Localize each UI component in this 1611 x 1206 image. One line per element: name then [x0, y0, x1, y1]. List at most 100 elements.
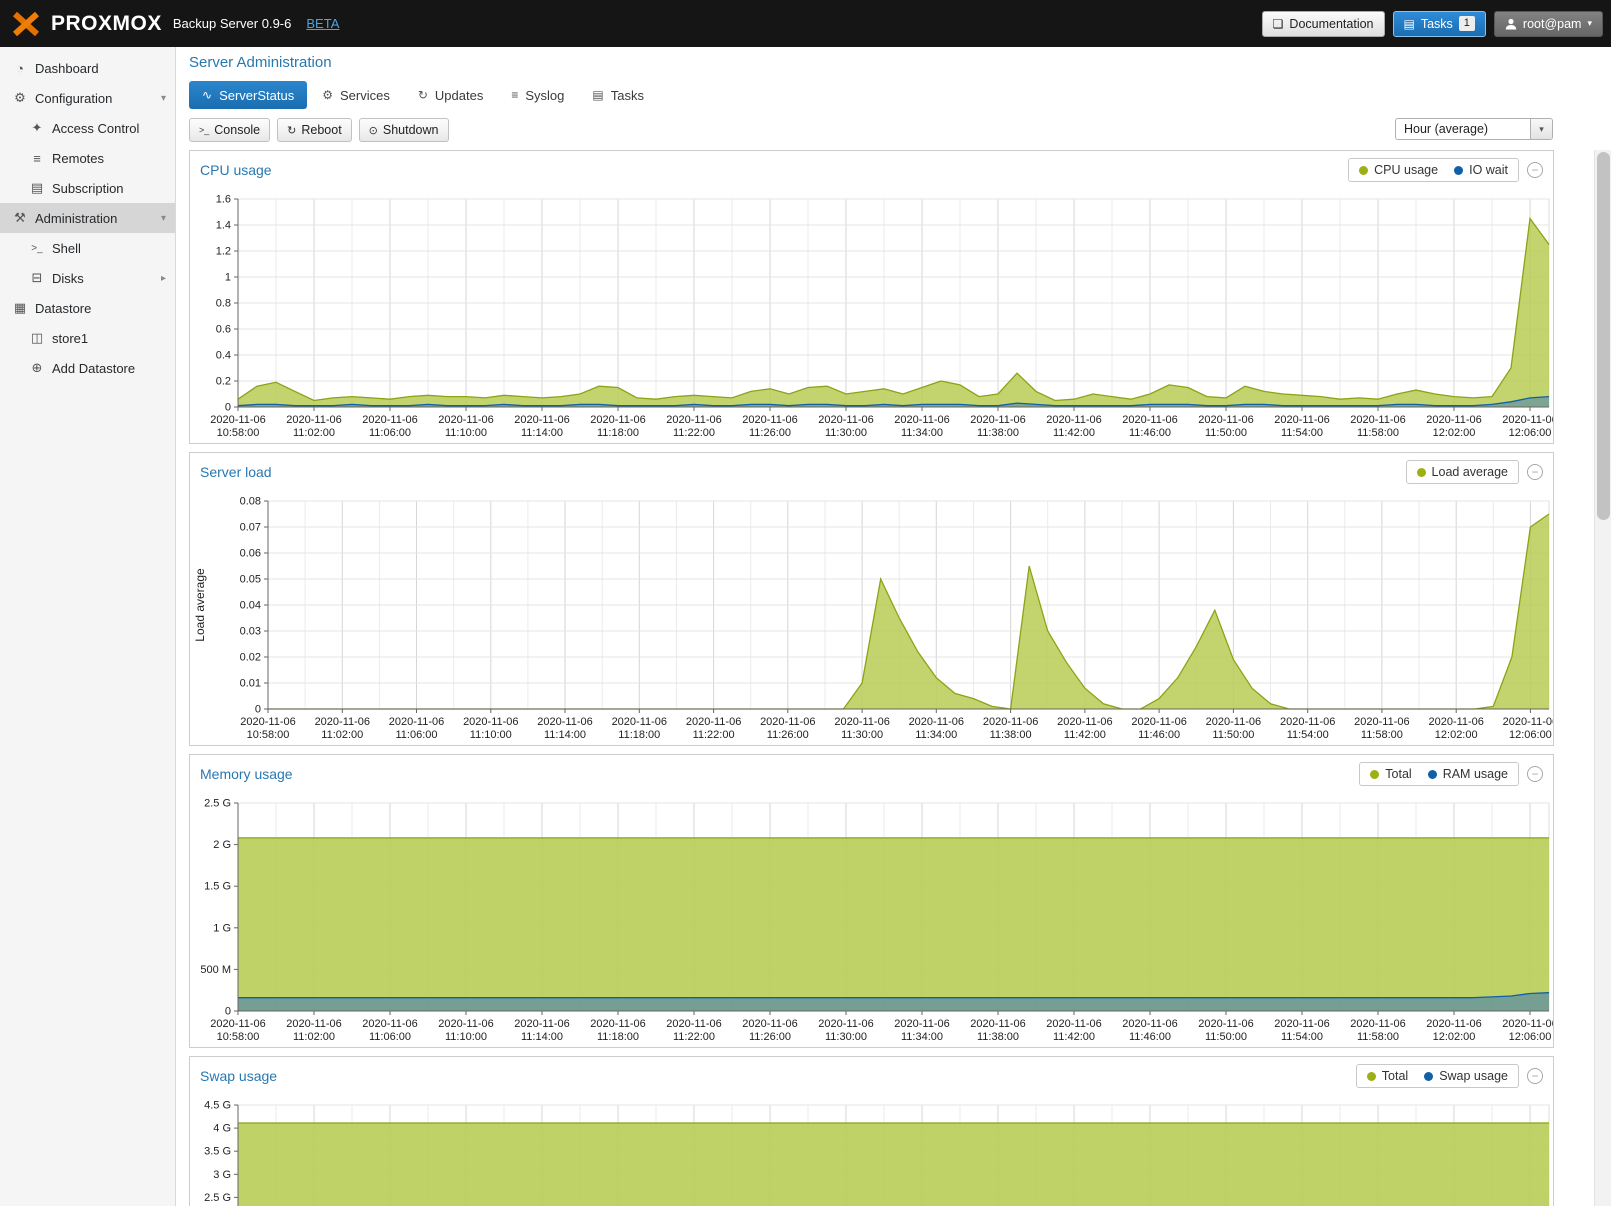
tasks-icon: ▤ — [592, 88, 603, 102]
sidebar-item-administration[interactable]: ⚒Administration▾ — [0, 203, 175, 233]
svg-text:11:58:00: 11:58:00 — [1361, 729, 1403, 741]
svg-text:11:58:00: 11:58:00 — [1357, 427, 1399, 439]
svg-text:2020-11-06: 2020-11-06 — [1502, 414, 1553, 426]
svg-text:2020-11-06: 2020-11-06 — [240, 716, 295, 728]
svg-text:11:42:00: 11:42:00 — [1053, 427, 1095, 439]
panel-title: Swap usage — [200, 1068, 277, 1084]
button-label: Console — [214, 123, 260, 137]
legend-item-swap-usage[interactable]: Swap usage — [1424, 1069, 1508, 1083]
beta-link[interactable]: BETA — [306, 16, 339, 31]
time-range-combo[interactable]: Hour (average) ▾ — [1395, 118, 1553, 140]
sidebar-item-add-datastore[interactable]: ⊕Add Datastore — [0, 353, 175, 383]
sidebar-item-remotes[interactable]: ≡Remotes — [0, 143, 175, 173]
svg-text:2020-11-06: 2020-11-06 — [1198, 1018, 1253, 1030]
tab-syslog[interactable]: ≡Syslog — [498, 81, 577, 109]
svg-text:0.04: 0.04 — [240, 600, 261, 612]
hdd-icon: ⊟ — [27, 270, 47, 286]
svg-text:11:02:00: 11:02:00 — [293, 1031, 335, 1043]
panel-memory-usage: Memory usageTotalRAM usage−0500 M1 G1.5 … — [189, 754, 1554, 1048]
sidebar-item-subscription[interactable]: ▤Subscription — [0, 173, 175, 203]
svg-text:11:02:00: 11:02:00 — [293, 427, 335, 439]
legend-item-io-wait[interactable]: IO wait — [1454, 163, 1508, 177]
tab-label: Updates — [435, 88, 483, 103]
page-title: Server Administration — [189, 54, 1611, 71]
tab-bar: ∿ServerStatus⚙Services↻Updates≡Syslog ▤ Ta… — [189, 81, 1611, 109]
svg-text:2020-11-06: 2020-11-06 — [1046, 1018, 1101, 1030]
tasks-button[interactable]: ▤ Tasks 1 — [1393, 11, 1486, 37]
svg-text:2020-11-06: 2020-11-06 — [1122, 1018, 1177, 1030]
legend-item-ram-usage[interactable]: RAM usage — [1428, 767, 1508, 781]
vertical-scrollbar[interactable] — [1594, 150, 1611, 1206]
tab-tasks[interactable]: ▤ Tasks — [579, 81, 657, 109]
legend-item-load-average[interactable]: Load average — [1417, 465, 1508, 479]
svg-text:11:22:00: 11:22:00 — [673, 427, 715, 439]
tab-updates[interactable]: ↻Updates — [405, 81, 496, 109]
svg-text:12:06:00: 12:06:00 — [1509, 427, 1552, 439]
user-menu-button[interactable]: root@pam ▾ — [1494, 11, 1603, 37]
svg-text:2020-11-06: 2020-11-06 — [983, 716, 1038, 728]
panel-title: Memory usage — [200, 766, 293, 782]
syslog-icon: ≡ — [511, 88, 518, 102]
legend-item-total[interactable]: Total — [1370, 767, 1411, 781]
svg-text:2020-11-06: 2020-11-06 — [834, 716, 889, 728]
collapse-icon[interactable]: − — [1527, 162, 1543, 178]
legend-item-cpu-usage[interactable]: CPU usage — [1359, 163, 1438, 177]
svg-text:2020-11-06: 2020-11-06 — [210, 1018, 265, 1030]
archive-icon: ▦ — [10, 300, 30, 316]
charts-area: CPU usageCPU usageIO wait−00.20.40.60.81… — [189, 150, 1554, 1206]
svg-text:2020-11-06: 2020-11-06 — [742, 414, 797, 426]
reboot-button[interactable]: ↻Reboot — [277, 118, 352, 142]
svg-text:11:46:00: 11:46:00 — [1129, 427, 1171, 439]
shutdown-button[interactable]: ⊙Shutdown — [359, 118, 449, 142]
svg-text:11:06:00: 11:06:00 — [369, 427, 411, 439]
legend-item-total[interactable]: Total — [1367, 1069, 1408, 1083]
toolbar: >_Console ↻Reboot ⊙Shutdown Hour (average)… — [189, 118, 1598, 142]
proxmox-logo — [10, 11, 42, 37]
svg-text:2020-11-06: 2020-11-06 — [362, 414, 417, 426]
tab-services[interactable]: ⚙Services — [309, 81, 403, 109]
svg-text:0.6: 0.6 — [216, 324, 231, 336]
sidebar-item-disks[interactable]: ⊟Disks▸ — [0, 263, 175, 293]
svg-text:0: 0 — [225, 1006, 231, 1018]
sidebar-item-store1[interactable]: ◫store1 — [0, 323, 175, 353]
svg-text:2020-11-06: 2020-11-06 — [286, 414, 341, 426]
collapse-icon[interactable]: − — [1527, 464, 1543, 480]
time-range-value: Hour (average) — [1396, 122, 1530, 136]
documentation-button[interactable]: ❏ Documentation — [1262, 11, 1385, 37]
panel-swap-usage: Swap usageTotalSwap usage−0500 M1 G1.5 G… — [189, 1056, 1554, 1206]
sidebar-item-label: Remotes — [52, 151, 104, 166]
tab-serverstatus[interactable]: ∿ServerStatus — [189, 81, 307, 109]
chevron-down-icon: ▾ — [1587, 18, 1592, 29]
scrollbar-thumb[interactable] — [1597, 152, 1610, 520]
serverstatus-icon: ∿ — [202, 88, 212, 102]
svg-text:10:58:00: 10:58:00 — [247, 729, 290, 741]
svg-text:2020-11-06: 2020-11-06 — [1046, 414, 1101, 426]
legend-dot — [1417, 468, 1426, 477]
svg-text:0.06: 0.06 — [240, 548, 261, 560]
sidebar-item-label: Administration — [35, 211, 117, 226]
svg-text:1.4: 1.4 — [216, 220, 231, 232]
svg-text:2020-11-06: 2020-11-06 — [894, 1018, 949, 1030]
collapse-icon[interactable]: − — [1527, 766, 1543, 782]
combo-trigger[interactable]: ▾ — [1530, 119, 1552, 139]
console-button[interactable]: >_Console — [189, 118, 270, 142]
legend-label: Swap usage — [1439, 1069, 1508, 1083]
user-label: root@pam — [1523, 17, 1582, 31]
sidebar-item-datastore[interactable]: ▦Datastore — [0, 293, 175, 323]
sidebar-item-access-control[interactable]: ✦Access Control — [0, 113, 175, 143]
svg-text:2020-11-06: 2020-11-06 — [1428, 716, 1483, 728]
svg-text:2020-11-06: 2020-11-06 — [315, 716, 370, 728]
legend-dot — [1367, 1072, 1376, 1081]
legend-label: Total — [1385, 767, 1411, 781]
collapse-icon[interactable]: − — [1527, 1068, 1543, 1084]
sidebar-item-label: Shell — [52, 241, 81, 256]
sidebar-item-shell[interactable]: >_Shell — [0, 233, 175, 263]
sidebar-item-configuration[interactable]: ⚙Configuration▾ — [0, 83, 175, 113]
svg-text:3.5 G: 3.5 G — [204, 1146, 231, 1158]
sidebar-item-dashboard[interactable]: ◔Dashboard — [0, 53, 175, 83]
tab-label: Tasks — [611, 88, 644, 103]
panel-header: Server loadLoad average− — [190, 453, 1553, 491]
svg-text:11:42:00: 11:42:00 — [1053, 1031, 1095, 1043]
svg-text:2020-11-06: 2020-11-06 — [1280, 716, 1335, 728]
legend-dot — [1428, 770, 1437, 779]
